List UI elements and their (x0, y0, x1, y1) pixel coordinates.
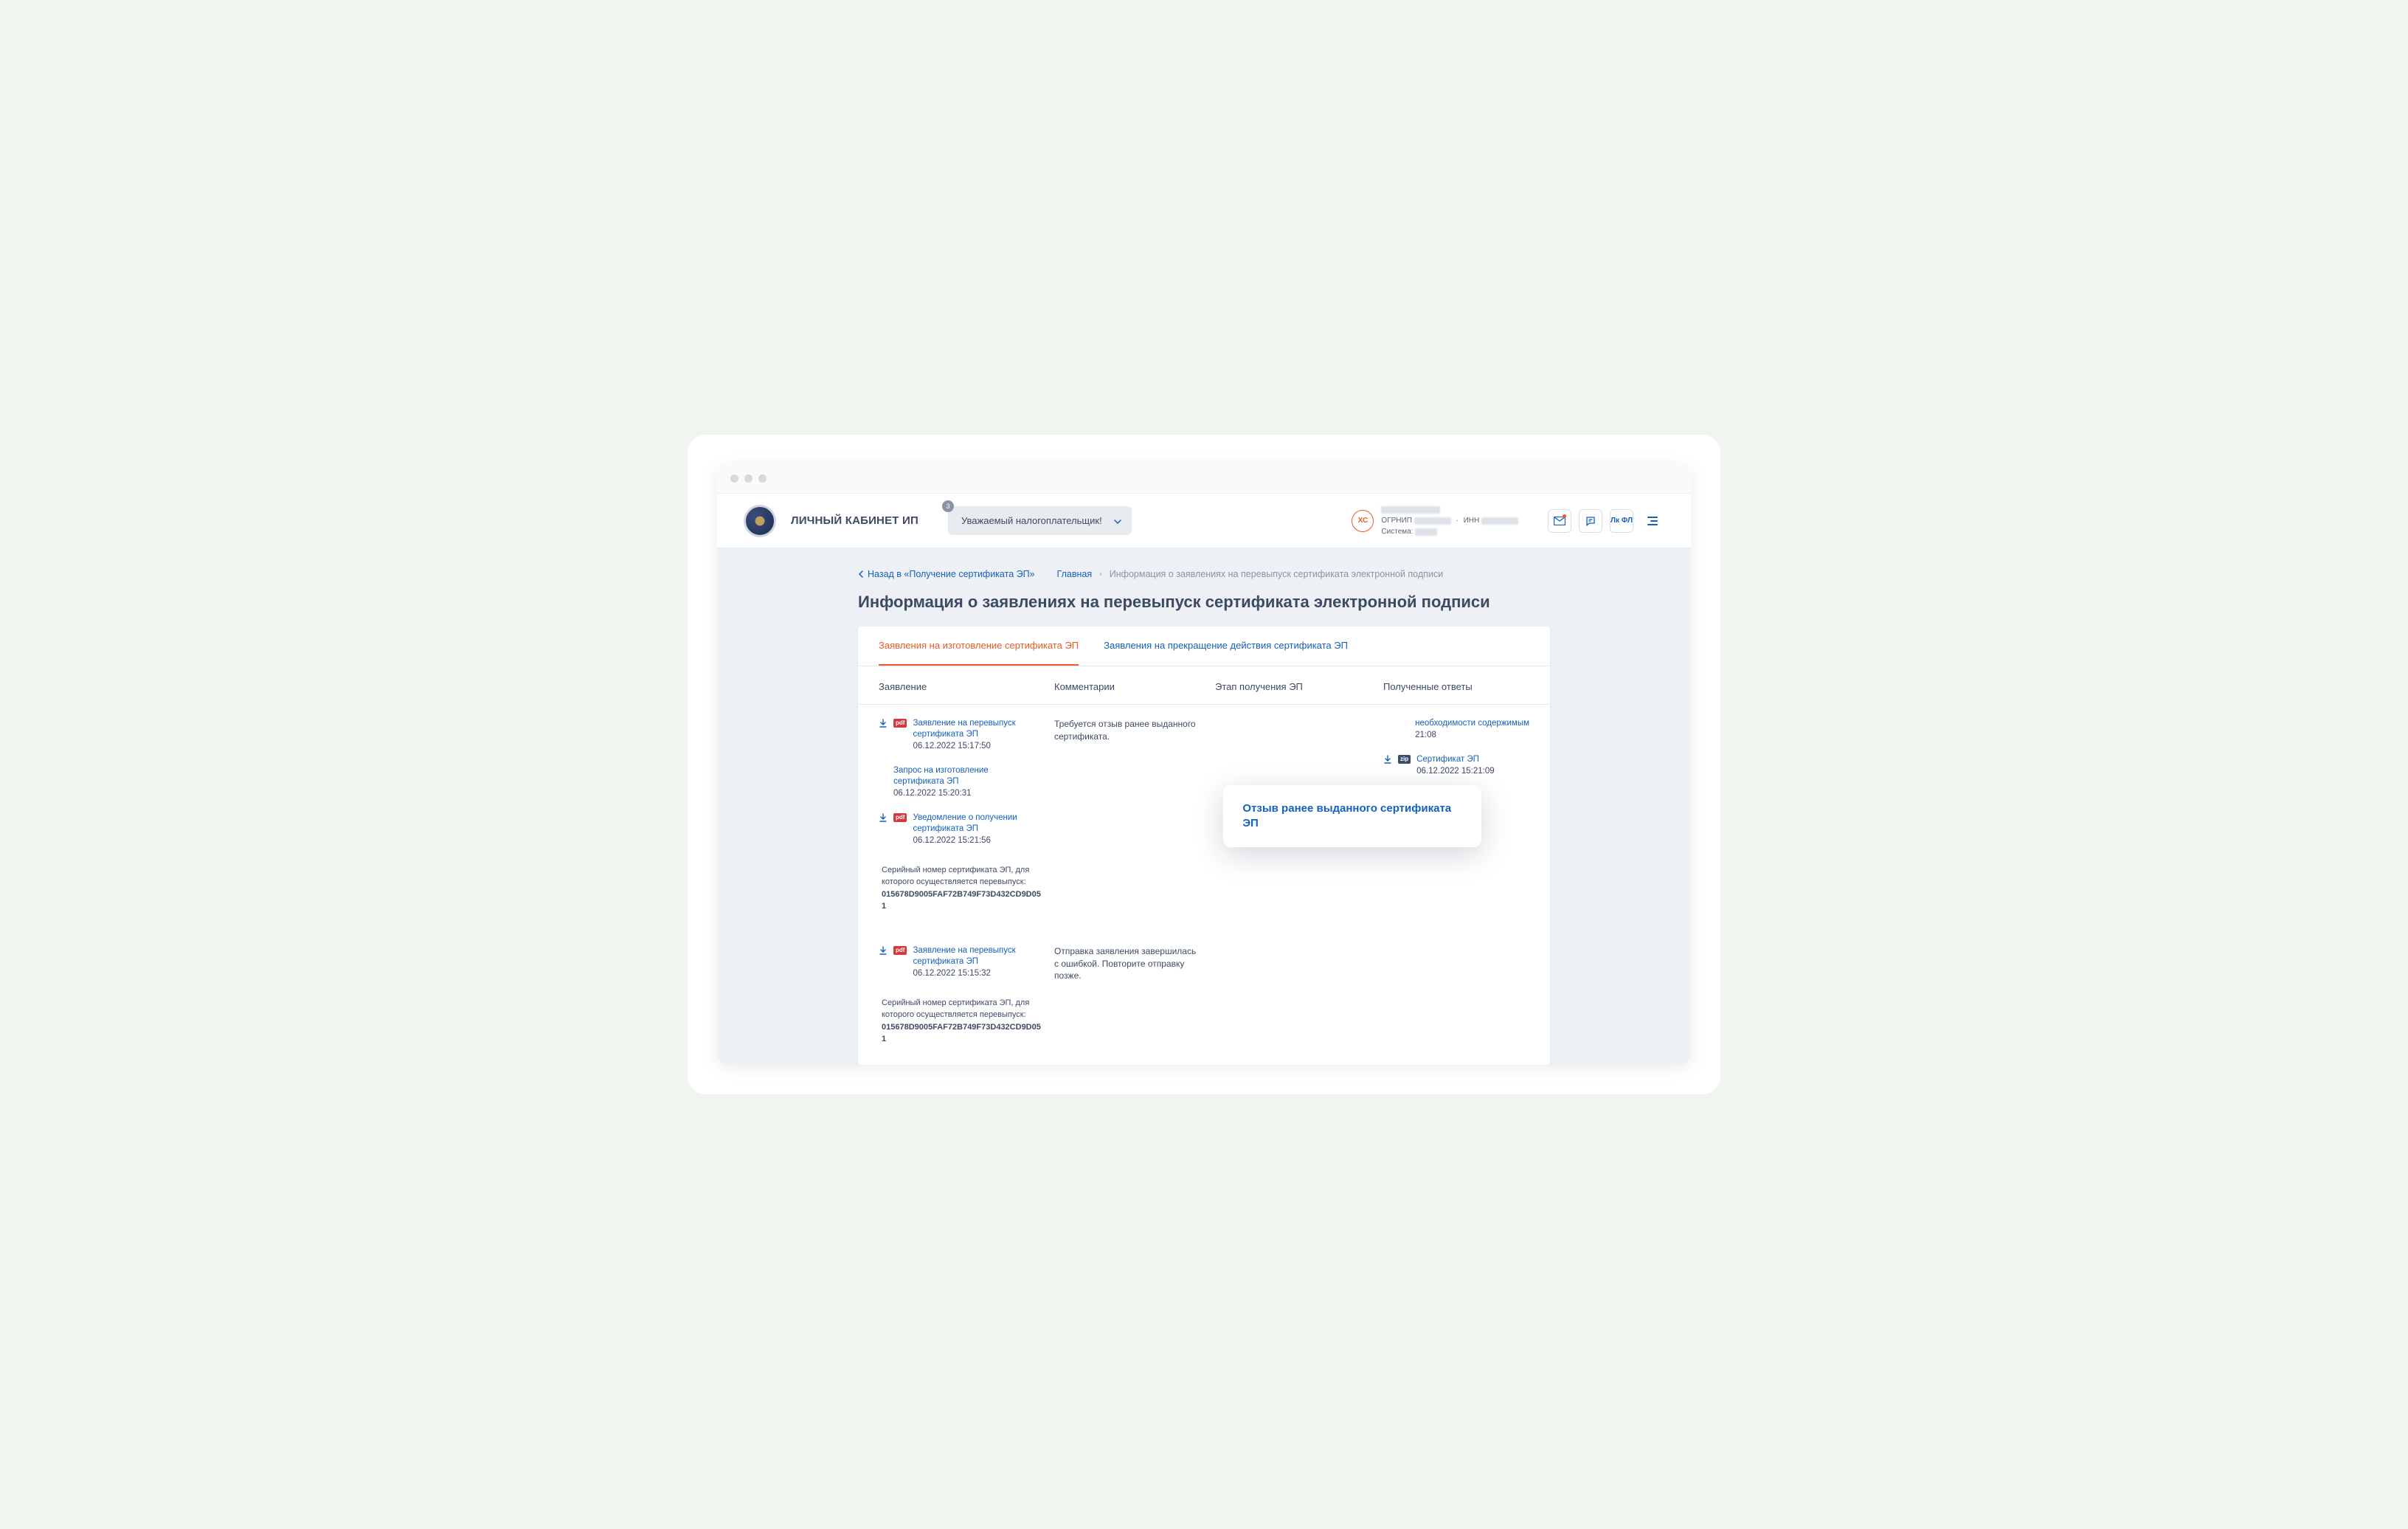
doc-item[interactable]: pdf Заявление на перевыпуск сертификата … (879, 945, 1041, 978)
tab-termination[interactable]: Заявления на прекращение действия сертиф… (1104, 627, 1348, 666)
col-application: Заявление (879, 681, 1041, 692)
download-icon (879, 813, 888, 824)
doc-date: 06.12.2022 15:21:56 (913, 836, 1041, 845)
highlight-callout[interactable]: Отзыв ранее выданного сертификата ЭП (1223, 785, 1481, 848)
breadcrumb-home[interactable]: Главная (1057, 569, 1093, 579)
responses-cell: необходимости содержимым 21:08 zip (1383, 718, 1529, 776)
traffic-light-zoom[interactable] (758, 474, 767, 483)
traffic-light-minimize[interactable] (744, 474, 752, 483)
window-titlebar (717, 464, 1691, 494)
doc-item[interactable]: pdf Уведомление о получении сертификата … (879, 812, 1041, 845)
doc-link: Заявление на перевыпуск сертификата ЭП (913, 718, 1041, 740)
docs-cell: pdf Заявление на перевыпуск сертификата … (879, 718, 1041, 919)
emblem-logo (744, 505, 776, 537)
doc-link: Заявление на перевыпуск сертификата ЭП (913, 945, 1041, 967)
response-date: 21:08 (1415, 731, 1529, 739)
system-label: Система: (1381, 528, 1413, 536)
chevron-right-icon: › (1099, 570, 1102, 579)
serial-number: 015678D9005FAF72B749F73D432CD9D051 (882, 1021, 1041, 1046)
greeting-dropdown[interactable]: 3 Уважаемый налогоплательщик! (948, 506, 1132, 535)
comment-cell: Отправка заявления завершилась с ошибкой… (1054, 945, 1202, 982)
doc-link: Запрос на изготовление сертификата ЭП (893, 765, 1041, 787)
greeting-badge: 3 (942, 500, 954, 512)
inn-label: ИНН (1464, 517, 1480, 525)
download-icon (879, 719, 888, 730)
menu-icon (1647, 517, 1658, 525)
page-title: Информация о заявлениях на перевыпуск се… (858, 593, 1550, 612)
download-icon (1383, 755, 1392, 766)
menu-button[interactable] (1641, 509, 1664, 533)
serial-block: Серийный номер сертификата ЭП, для котор… (879, 993, 1041, 1052)
response-item[interactable]: необходимости содержимым 21:08 (1383, 718, 1529, 739)
doc-item[interactable]: Запрос на изготовление сертификата ЭП 06… (879, 765, 1041, 798)
back-link[interactable]: Назад в «Получение сертификата ЭП» (858, 569, 1035, 579)
serial-block: Серийный номер сертификата ЭП, для котор… (879, 860, 1041, 919)
doc-item[interactable]: pdf Заявление на перевыпуск сертификата … (879, 718, 1041, 750)
traffic-light-close[interactable] (730, 474, 738, 483)
outer-frame: ЛИЧНЫЙ КАБИНЕТ ИП 3 Уважаемый налогоплат… (688, 435, 1720, 1094)
table-row: pdf Заявление на перевыпуск сертификата … (858, 932, 1550, 1065)
col-stage: Этап получения ЭП (1215, 681, 1370, 692)
tabs: Заявления на изготовление сертификата ЭП… (858, 627, 1550, 666)
chevron-left-icon (858, 570, 863, 578)
browser-window: ЛИЧНЫЙ КАБИНЕТ ИП 3 Уважаемый налогоплат… (717, 464, 1691, 1065)
chat-button[interactable] (1579, 509, 1602, 533)
notification-dot-icon (1563, 514, 1566, 518)
app-title: ЛИЧНЫЙ КАБИНЕТ ИП (791, 514, 918, 527)
doc-date: 06.12.2022 15:20:31 (893, 789, 1041, 798)
download-icon (879, 946, 888, 957)
col-comments: Комментарии (1054, 681, 1202, 692)
breadcrumb: Главная › Информация о заявлениях на пер… (1057, 569, 1444, 579)
avatar[interactable]: ХС (1352, 510, 1374, 532)
docs-cell: pdf Заявление на перевыпуск сертификата … (879, 945, 1041, 1052)
user-meta: ОГРНИП · ИНН Система: (1381, 504, 1518, 537)
greeting-text: Уважаемый налогоплательщик! (961, 515, 1102, 526)
app-header: ЛИЧНЫЙ КАБИНЕТ ИП 3 Уважаемый налогоплат… (717, 494, 1691, 548)
serial-number: 015678D9005FAF72B749F73D432CD9D051 (882, 888, 1041, 913)
col-responses: Полученные ответы (1383, 681, 1529, 692)
ogrnip-label: ОГРНИП (1381, 517, 1411, 525)
response-link: Сертификат ЭП (1416, 754, 1495, 765)
mail-button[interactable] (1548, 509, 1571, 533)
app-viewport: ЛИЧНЫЙ КАБИНЕТ ИП 3 Уважаемый налогоплат… (717, 494, 1691, 1065)
lkfl-button[interactable]: Лк ФЛ (1610, 509, 1633, 533)
comment-cell: Требуется отзыв ранее выданного сертифик… (1054, 718, 1202, 743)
pdf-badge-icon: pdf (893, 719, 907, 728)
doc-date: 06.12.2022 15:15:32 (913, 969, 1041, 978)
pdf-badge-icon: pdf (893, 946, 907, 955)
response-date: 06.12.2022 15:21:09 (1416, 767, 1495, 776)
header-actions: Лк ФЛ (1548, 509, 1664, 533)
doc-date: 06.12.2022 15:17:50 (913, 742, 1041, 750)
zip-badge-icon: zip (1398, 755, 1411, 764)
response-link: необходимости содержимым (1415, 718, 1529, 729)
user-block: ХС ОГРНИП · ИНН Система: (1352, 504, 1518, 537)
doc-link: Уведомление о получении сертификата ЭП (913, 812, 1041, 835)
response-item[interactable]: zip Сертификат ЭП 06.12.2022 15:21:09 (1383, 754, 1529, 776)
chevron-down-icon (1114, 515, 1121, 526)
breadcrumb-current: Информация о заявлениях на перевыпуск се… (1110, 569, 1443, 579)
tab-manufacture[interactable]: Заявления на изготовление сертификата ЭП (879, 627, 1079, 666)
breadcrumb-row: Назад в «Получение сертификата ЭП» Главн… (858, 563, 1550, 593)
pdf-badge-icon: pdf (893, 813, 907, 822)
table-header: Заявление Комментарии Этап получения ЭП … (858, 666, 1550, 705)
content-area: Назад в «Получение сертификата ЭП» Главн… (717, 548, 1691, 1065)
